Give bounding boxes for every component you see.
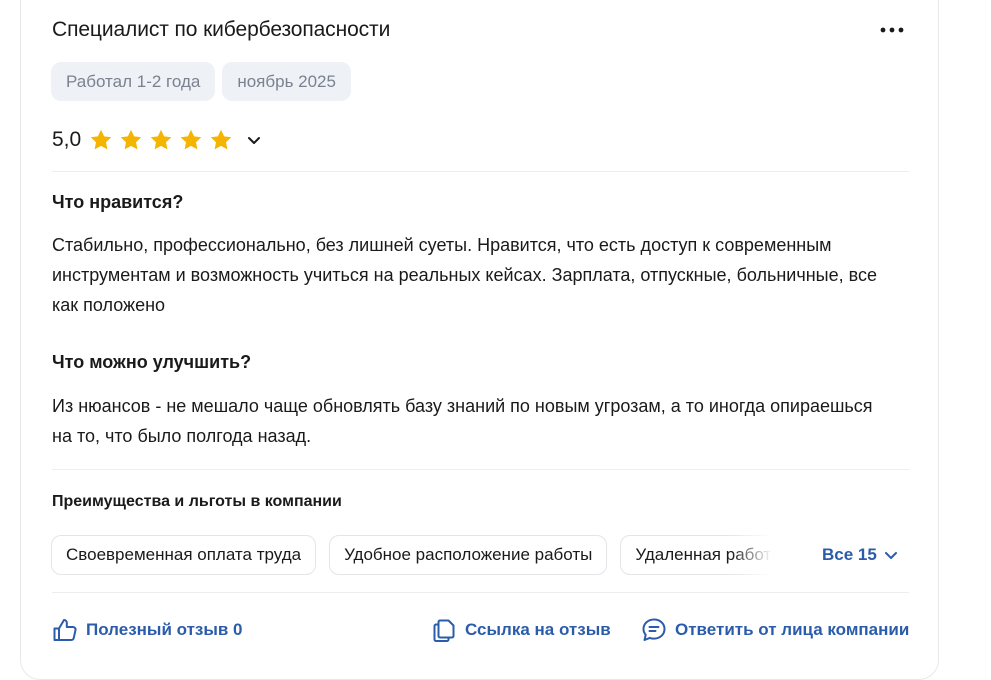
review-card (20, 0, 939, 680)
star-icon (180, 129, 202, 150)
rating-value: 5,0 (52, 128, 82, 151)
tag-experience: Работал 1-2 года (51, 62, 216, 101)
show-all-benefits-button[interactable]: Все 15 (822, 545, 899, 565)
show-all-label: Все 15 (822, 545, 877, 564)
review-title: Специалист по кибербезопасности (52, 18, 391, 41)
more-horizontal-icon (880, 27, 904, 33)
star-icon (210, 129, 232, 150)
tag-date: ноябрь 2025 (222, 62, 351, 101)
likes-text: Стабильно, профессионально, без лишней с… (52, 235, 878, 315)
star-icon (90, 129, 112, 150)
rating-row: 5,0 (52, 128, 263, 152)
improve-heading: Что можно улучшить? (52, 352, 252, 372)
review-link-button[interactable]: Ссылка на отзыв (431, 617, 611, 643)
chevron-down-icon[interactable] (245, 131, 263, 149)
chevron-down-icon (884, 552, 897, 559)
chat-bubble-icon (642, 618, 666, 641)
likes-heading: Что нравится? (52, 192, 184, 212)
benefit-chip[interactable]: Удаленная работа (620, 535, 779, 575)
review-link-label: Ссылка на отзыв (465, 620, 611, 639)
copy-icon (433, 619, 455, 642)
helpful-review-button[interactable]: Полезный отзыв 0 (52, 617, 243, 643)
rating-stars (89, 128, 233, 152)
benefits-heading: Преимущества и льготы в компании (52, 493, 342, 510)
star-icon (150, 129, 172, 150)
benefit-chip[interactable]: Своевременная оплата труда (51, 535, 317, 575)
divider (52, 469, 909, 470)
divider (52, 592, 909, 593)
benefits-chips: Своевременная оплата труда Удобное распо… (51, 535, 779, 575)
benefit-chip[interactable]: Удобное расположение работы (329, 535, 608, 575)
star-icon (120, 129, 142, 150)
helpful-review-label: Полезный отзыв 0 (86, 620, 243, 639)
review-tags: Работал 1-2 года ноябрь 2025 (51, 62, 351, 101)
improve-text: Из нюансов - не мешало чаще обновлять ба… (52, 396, 873, 446)
thumbs-up-icon (53, 619, 77, 641)
divider (52, 171, 909, 172)
more-options-button[interactable] (878, 20, 906, 40)
reply-as-company-button[interactable]: Ответить от лица компании (641, 617, 909, 643)
reply-as-company-label: Ответить от лица компании (675, 620, 910, 639)
